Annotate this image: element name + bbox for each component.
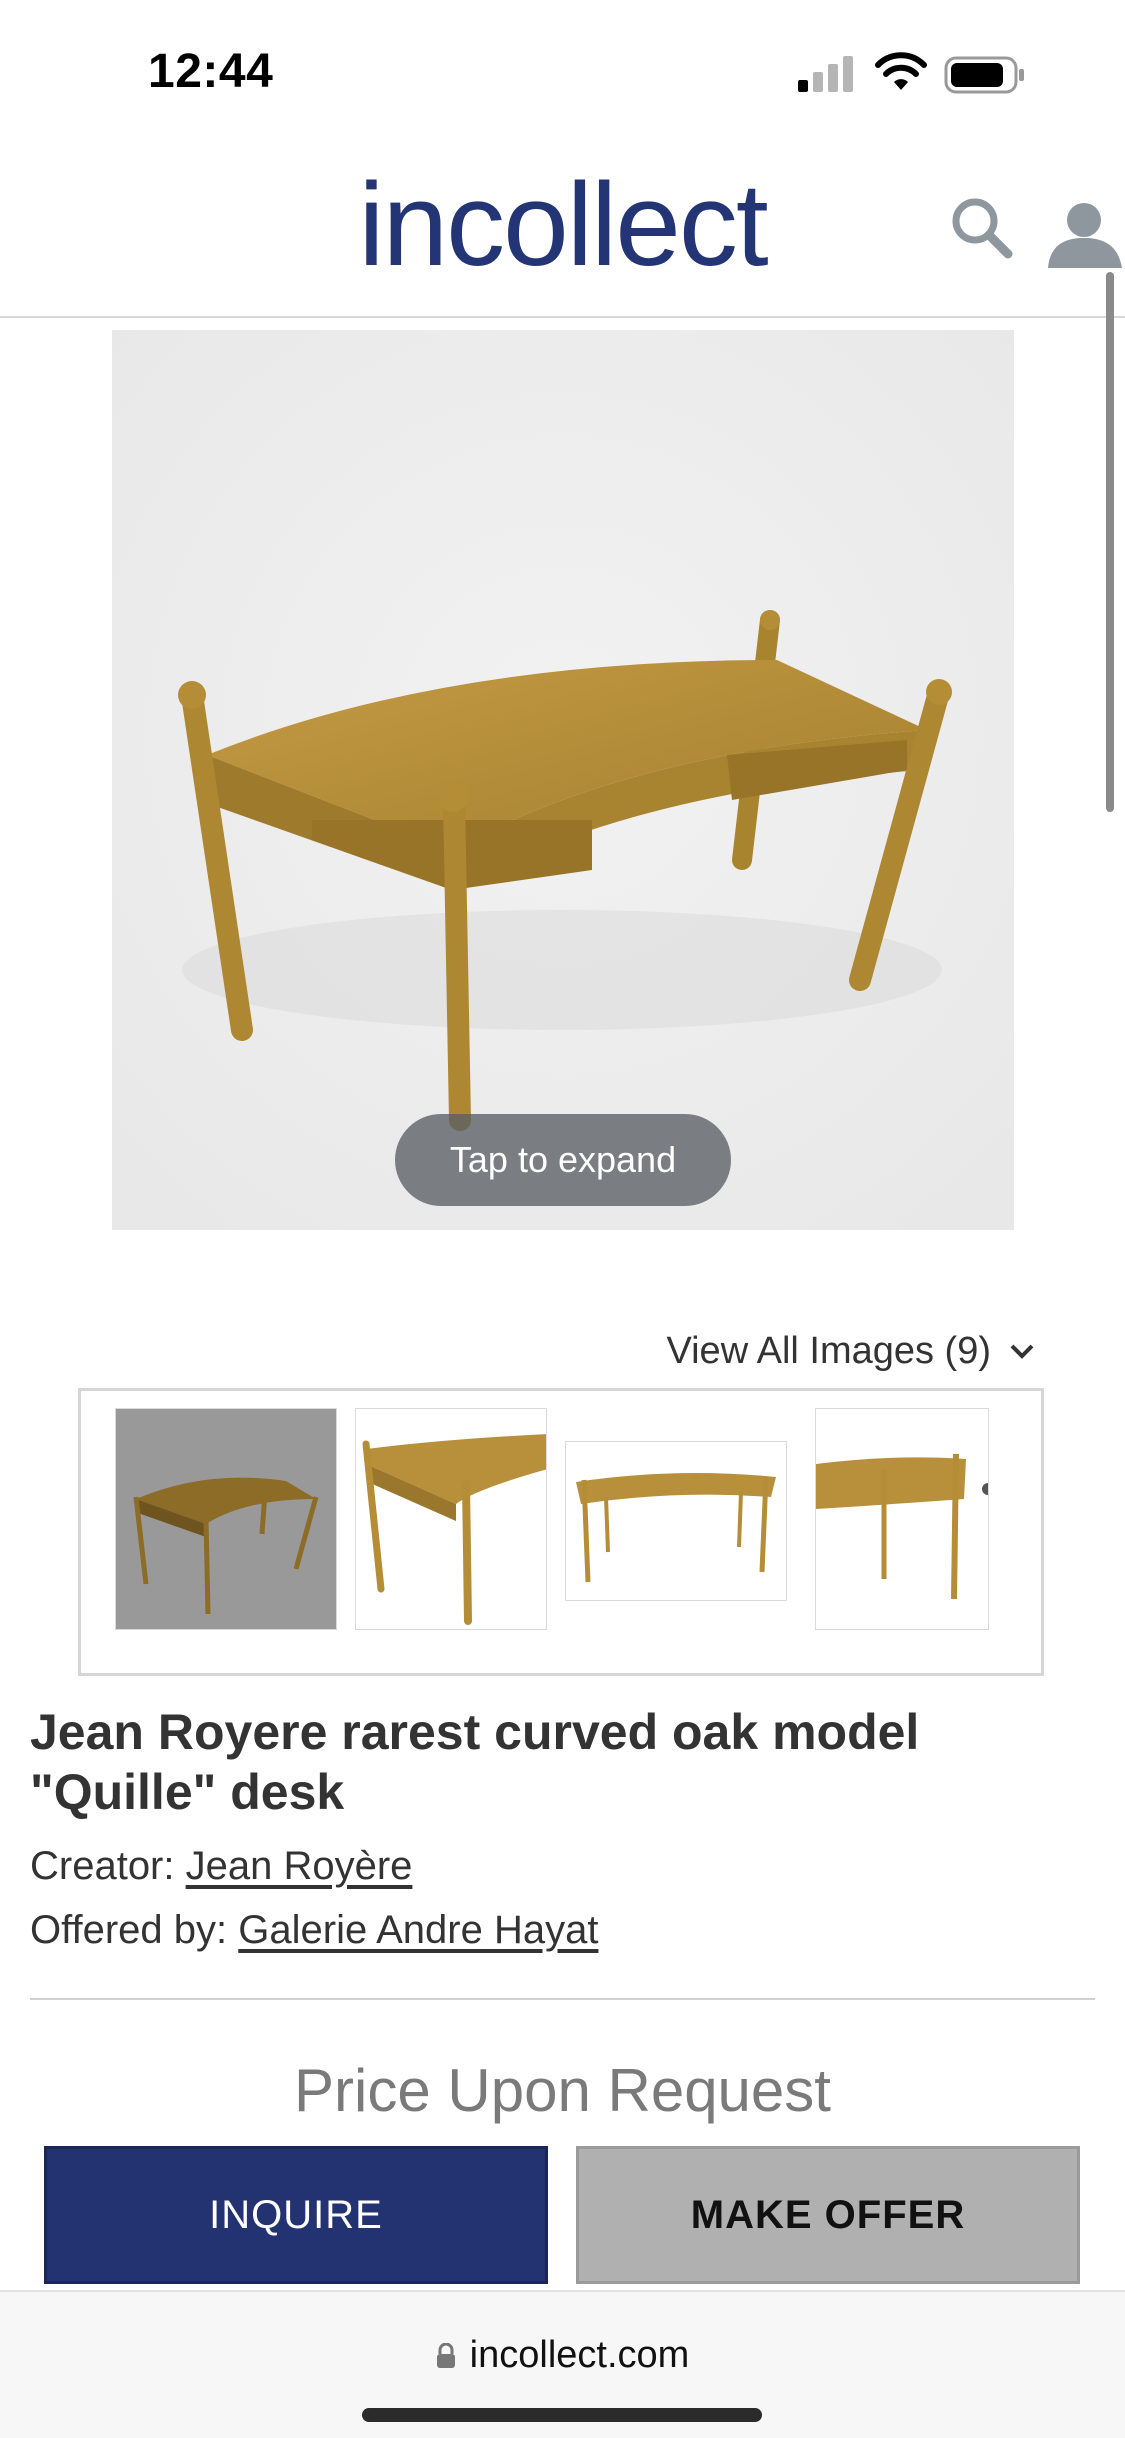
thumbnail-3[interactable] xyxy=(565,1441,787,1601)
thumbnail-1[interactable] xyxy=(115,1408,337,1630)
creator-link[interactable]: Jean Royère xyxy=(186,1844,413,1888)
price-text: Price Upon Request xyxy=(294,2057,831,2124)
section-divider xyxy=(30,1998,1095,2000)
wifi-icon xyxy=(875,52,927,90)
thumbnail-strip[interactable] xyxy=(78,1388,1044,1676)
creator-line: Creator: Jean Royère xyxy=(30,1844,412,1889)
dealer-link[interactable]: Galerie Andre Hayat xyxy=(238,1908,598,1952)
thumbnail-2-image xyxy=(362,1434,546,1625)
view-all-images-label: View All Images (9) xyxy=(666,1330,991,1372)
thumbnail-3-image xyxy=(576,1473,776,1583)
desk-illustration xyxy=(112,330,1014,1230)
thumbnail-1-image xyxy=(133,1477,319,1615)
site-header: incollect xyxy=(0,150,1125,318)
view-all-images-toggle[interactable]: View All Images (9) xyxy=(666,1330,1035,1373)
url-text: incollect.com xyxy=(469,2334,690,2376)
thumbnail-4[interactable] xyxy=(815,1408,989,1630)
home-indicator[interactable] xyxy=(362,2408,762,2422)
user-icon[interactable] xyxy=(1040,198,1125,268)
thumbnail-4-image xyxy=(816,1453,988,1600)
main-product-image[interactable] xyxy=(112,330,1014,1230)
cellular-signal-icon xyxy=(798,56,856,92)
search-icon[interactable] xyxy=(948,194,1014,260)
offered-by-line: Offered by: Galerie Andre Hayat xyxy=(30,1908,598,1953)
make-offer-button[interactable]: MAKE OFFER xyxy=(576,2146,1080,2284)
offered-by-label: Offered by: xyxy=(30,1908,239,1952)
url-row[interactable]: incollect.com xyxy=(0,2334,1125,2377)
battery-icon xyxy=(944,56,1024,94)
chevron-down-icon xyxy=(1010,1344,1034,1359)
scrollbar-thumb[interactable] xyxy=(1106,272,1114,812)
inquire-button[interactable]: INQUIRE xyxy=(44,2146,548,2284)
lock-icon xyxy=(436,2342,455,2368)
product-title: Jean Royere rarest curved oak model "Qui… xyxy=(30,1704,920,1820)
tap-to-expand-button[interactable]: Tap to expand xyxy=(395,1114,731,1206)
browser-address-bar[interactable]: incollect.com xyxy=(0,2290,1125,2438)
status-time: 12:44 xyxy=(148,45,274,98)
creator-label: Creator: xyxy=(30,1844,186,1888)
thumbnail-2[interactable] xyxy=(355,1408,547,1630)
status-bar: 12:44 xyxy=(0,0,1125,150)
